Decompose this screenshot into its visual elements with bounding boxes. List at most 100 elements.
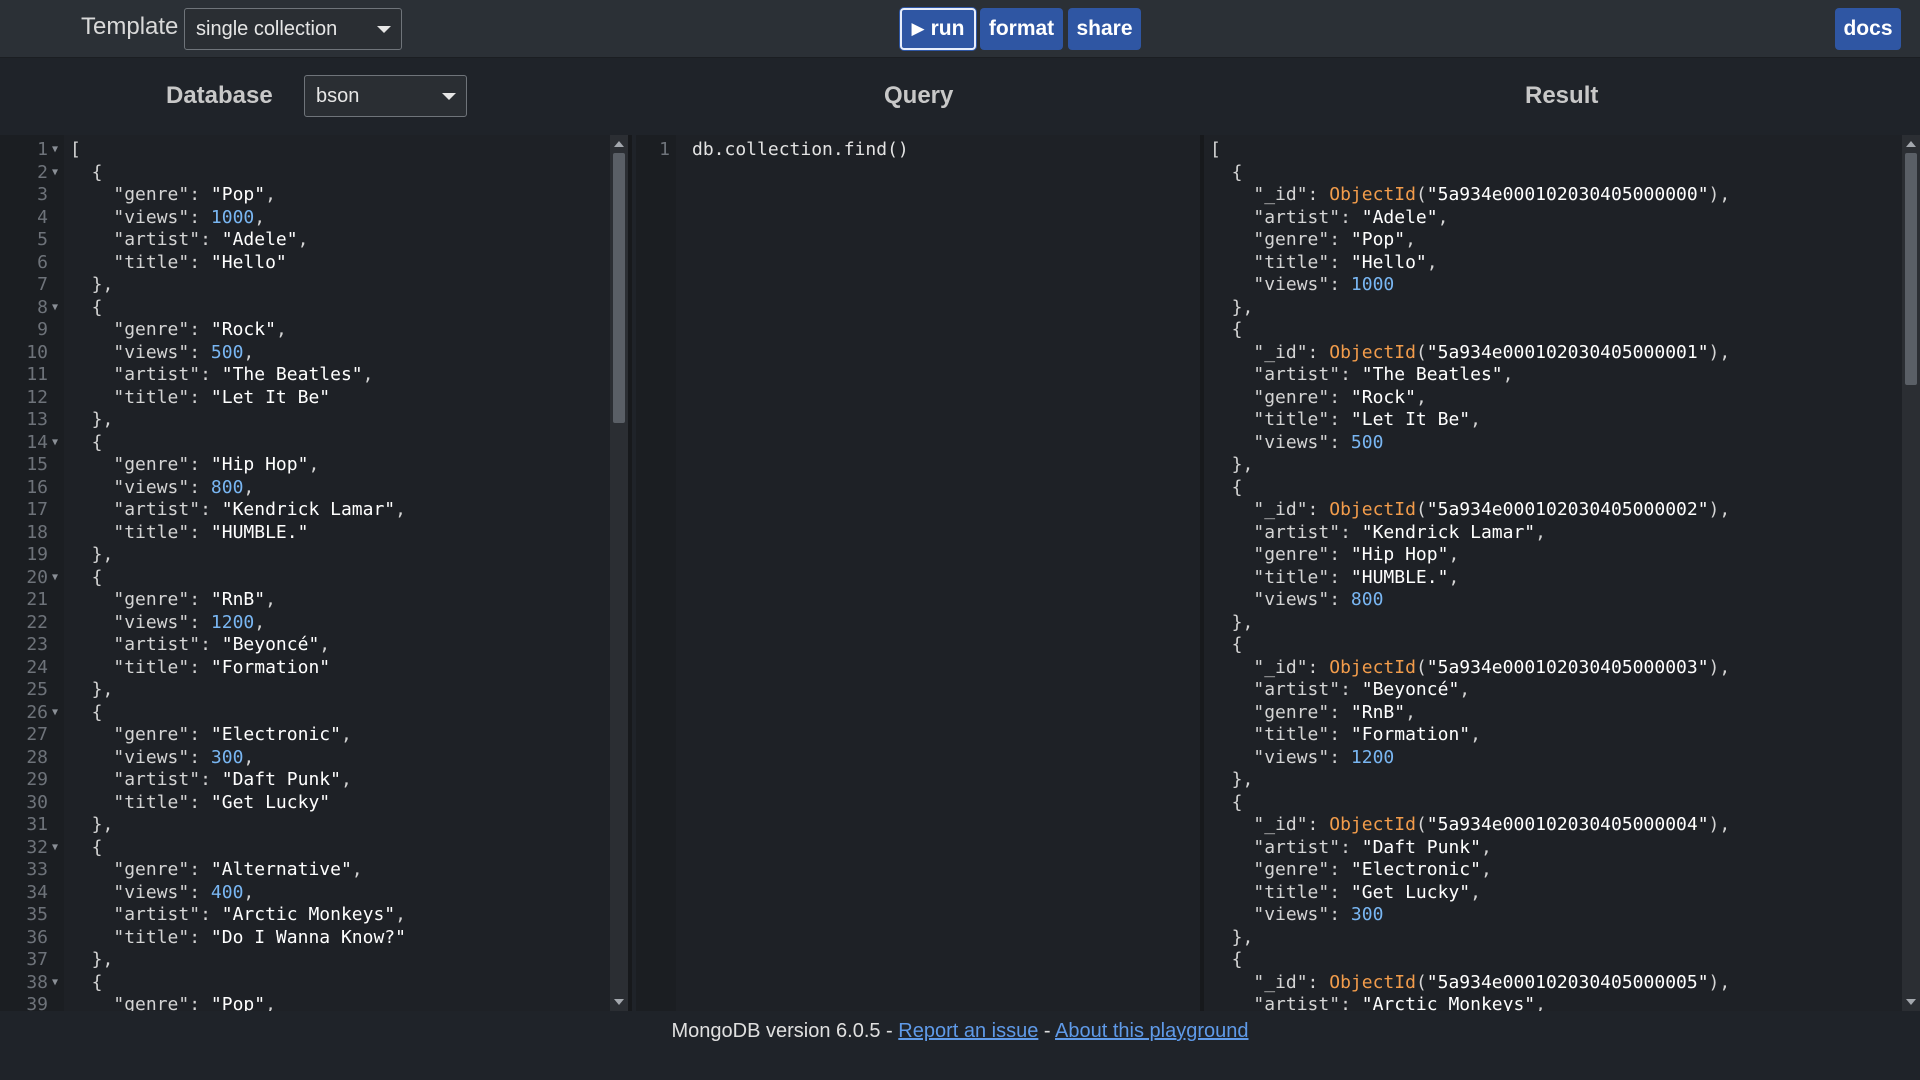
result-line: "_id": ObjectId("5a934e00010203040500000… bbox=[1253, 814, 1731, 835]
code-line: "title": "Get Lucky" bbox=[113, 791, 331, 813]
code-line: "views": 1000, bbox=[113, 206, 266, 228]
format-button[interactable]: format bbox=[980, 8, 1063, 50]
scroll-up-icon[interactable] bbox=[614, 141, 624, 147]
line-number: 1 bbox=[659, 139, 670, 160]
result-editor[interactable]: [ { "_id": ObjectId("5a934e0001020304050… bbox=[1204, 135, 1920, 1011]
line-number: 35 bbox=[26, 904, 48, 925]
line-number: 18 bbox=[26, 521, 48, 543]
chevron-down-icon bbox=[442, 93, 456, 100]
line-number: 38 bbox=[26, 971, 48, 993]
line-number: 3 bbox=[37, 184, 48, 205]
run-button[interactable]: ▶ run bbox=[900, 8, 976, 50]
line-number: 21 bbox=[26, 589, 48, 610]
line-number: 9 bbox=[37, 319, 48, 340]
code-line: { bbox=[70, 161, 103, 183]
code-line: "genre": "Pop", bbox=[113, 184, 276, 205]
share-button[interactable]: share bbox=[1068, 8, 1141, 50]
line-number: 25 bbox=[26, 679, 48, 700]
result-line: }, bbox=[1210, 296, 1254, 318]
result-line: "title": "HUMBLE.", bbox=[1253, 566, 1460, 588]
code-line: "genre": "Alternative", bbox=[113, 859, 363, 880]
result-line: "artist": "Beyoncé", bbox=[1253, 679, 1471, 700]
result-line: }, bbox=[1210, 769, 1254, 790]
line-number: 29 bbox=[26, 769, 48, 790]
fold-toggle-icon[interactable]: ▼ bbox=[52, 837, 58, 860]
report-issue-link[interactable]: Report an issue bbox=[898, 1020, 1038, 1042]
line-number: 1 bbox=[37, 139, 48, 160]
fold-toggle-icon[interactable]: ▼ bbox=[52, 139, 58, 162]
line-number: 36 bbox=[26, 926, 48, 948]
line-number: 13 bbox=[26, 409, 48, 430]
chevron-down-icon bbox=[377, 26, 391, 33]
code-line: "title": "HUMBLE." bbox=[113, 521, 309, 543]
result-line: "views": 1000 bbox=[1253, 274, 1395, 295]
fold-toggle-icon[interactable]: ▼ bbox=[52, 567, 58, 590]
line-number: 7 bbox=[37, 274, 48, 295]
footer: MongoDB version 6.0.5 - Report an issue … bbox=[0, 1020, 1920, 1043]
result-line: "title": "Let It Be", bbox=[1253, 409, 1481, 430]
docs-button[interactable]: docs bbox=[1835, 8, 1901, 50]
line-number: 8 bbox=[37, 296, 48, 318]
result-line: { bbox=[1210, 634, 1243, 655]
result-line: [ bbox=[1210, 139, 1221, 160]
query-editor[interactable]: 1 db.collection.find() bbox=[636, 135, 1200, 1011]
code-line: }, bbox=[70, 274, 114, 295]
code-line: "genre": "RnB", bbox=[113, 589, 276, 610]
code-line: "artist": "Kendrick Lamar", bbox=[113, 499, 406, 520]
result-line: "title": "Hello", bbox=[1253, 251, 1438, 273]
code-line: "views": 400, bbox=[113, 881, 255, 903]
line-number: 6 bbox=[37, 251, 48, 273]
line-number: 19 bbox=[26, 544, 48, 565]
fold-toggle-icon[interactable]: ▼ bbox=[52, 702, 58, 725]
result-line: "artist": "Kendrick Lamar", bbox=[1253, 521, 1546, 543]
fold-toggle-icon[interactable]: ▼ bbox=[52, 432, 58, 455]
result-line: "genre": "RnB", bbox=[1253, 701, 1416, 723]
database-editor[interactable]: 1 ▼[2 ▼ {3 "genre": "Pop", 4 "views": 1000,… bbox=[0, 135, 628, 1011]
result-scrollbar[interactable] bbox=[1902, 135, 1920, 1011]
line-number: 11 bbox=[26, 364, 48, 385]
fold-toggle-icon[interactable]: ▼ bbox=[52, 972, 58, 995]
template-select[interactable]: single collection bbox=[184, 8, 402, 50]
code-line: "title": "Hello" bbox=[113, 251, 287, 273]
scroll-down-icon[interactable] bbox=[614, 999, 624, 1005]
result-line: "genre": "Pop", bbox=[1253, 229, 1416, 250]
result-line: { bbox=[1210, 791, 1243, 813]
line-number: 14 bbox=[26, 431, 48, 453]
code-line: }, bbox=[70, 409, 114, 430]
scroll-down-icon[interactable] bbox=[1906, 999, 1916, 1005]
database-mode-select[interactable]: bson bbox=[304, 75, 467, 117]
fold-toggle-icon[interactable]: ▼ bbox=[52, 297, 58, 320]
line-number: 33 bbox=[26, 859, 48, 880]
line-number: 39 bbox=[26, 994, 48, 1011]
code-line: "genre": "Rock", bbox=[113, 319, 287, 340]
about-playground-link[interactable]: About this playground bbox=[1055, 1020, 1248, 1042]
code-line: "views": 300, bbox=[113, 746, 255, 768]
code-line: "title": "Let It Be" bbox=[113, 386, 331, 408]
result-line: "title": "Get Lucky", bbox=[1253, 881, 1481, 903]
line-number: 24 bbox=[26, 656, 48, 678]
line-number: 23 bbox=[26, 634, 48, 655]
panel-divider[interactable] bbox=[628, 135, 632, 1011]
share-button-label: share bbox=[1076, 17, 1133, 40]
line-number: 26 bbox=[26, 701, 48, 723]
docs-button-label: docs bbox=[1843, 17, 1893, 40]
line-number: 10 bbox=[26, 341, 48, 363]
scroll-up-icon[interactable] bbox=[1906, 141, 1916, 147]
code-line: }, bbox=[70, 814, 114, 835]
line-number: 27 bbox=[26, 724, 48, 745]
scrollbar-thumb[interactable] bbox=[1905, 153, 1917, 385]
code-line: { bbox=[70, 566, 103, 588]
result-line: { bbox=[1210, 949, 1243, 970]
line-number: 34 bbox=[26, 881, 48, 903]
code-line: "genre": "Electronic", bbox=[113, 724, 352, 745]
line-number: 37 bbox=[26, 949, 48, 970]
database-scrollbar[interactable] bbox=[610, 135, 628, 1011]
line-number: 20 bbox=[26, 566, 48, 588]
query-panel-title: Query bbox=[884, 82, 954, 109]
result-line: }, bbox=[1210, 926, 1254, 948]
scrollbar-thumb[interactable] bbox=[613, 153, 625, 423]
code-line: "artist": "The Beatles", bbox=[113, 364, 374, 385]
fold-toggle-icon[interactable]: ▼ bbox=[52, 162, 58, 185]
line-number: 15 bbox=[26, 454, 48, 475]
line-number: 16 bbox=[26, 476, 48, 498]
